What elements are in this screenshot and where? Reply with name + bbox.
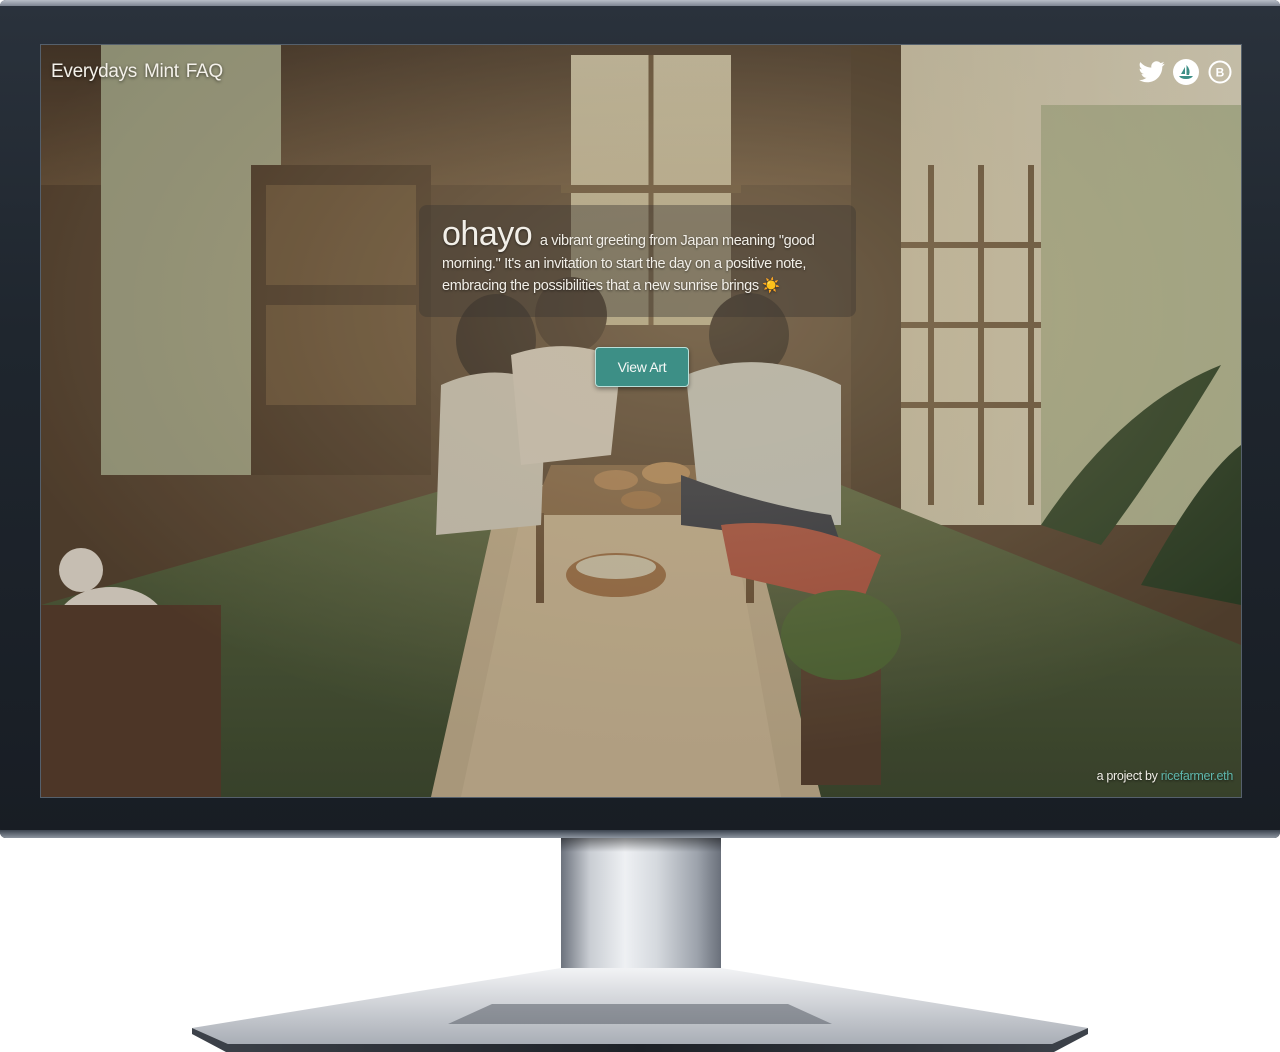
neck-shadow bbox=[561, 838, 721, 852]
author-link[interactable]: ricefarmer.eth bbox=[1161, 769, 1234, 783]
monitor-stand-base bbox=[192, 968, 1088, 1052]
footer-credit: a project by ricefarmer.eth bbox=[1096, 769, 1234, 783]
nav-everydays[interactable]: Everydays bbox=[51, 61, 137, 83]
view-art-button[interactable]: View Art bbox=[595, 347, 689, 387]
monitor-screen: Everydays Mint FAQ B ohayo a vibrant gre… bbox=[40, 44, 1242, 798]
twitter-icon[interactable] bbox=[1139, 59, 1165, 85]
monitor-bottom-rim bbox=[0, 830, 1280, 838]
credit-prefix: a project by bbox=[1096, 769, 1161, 783]
social-links: B bbox=[1139, 59, 1233, 85]
top-nav: Everydays Mint FAQ bbox=[51, 61, 223, 83]
opensea-icon[interactable] bbox=[1173, 59, 1199, 85]
hero-text: ohayo a vibrant greeting from Japan mean… bbox=[442, 217, 827, 298]
coin-icon[interactable]: B bbox=[1207, 59, 1233, 85]
monitor-bezel: Everydays Mint FAQ B ohayo a vibrant gre… bbox=[0, 0, 1280, 838]
monitor-stand-neck bbox=[561, 838, 721, 988]
coin-glyph: B bbox=[1216, 66, 1225, 80]
nav-mint[interactable]: Mint bbox=[144, 61, 179, 83]
hero-word: ohayo bbox=[442, 215, 533, 253]
nav-faq[interactable]: FAQ bbox=[186, 61, 223, 83]
scene-dim-overlay bbox=[41, 45, 1241, 797]
monitor-top-rim bbox=[0, 0, 1280, 6]
